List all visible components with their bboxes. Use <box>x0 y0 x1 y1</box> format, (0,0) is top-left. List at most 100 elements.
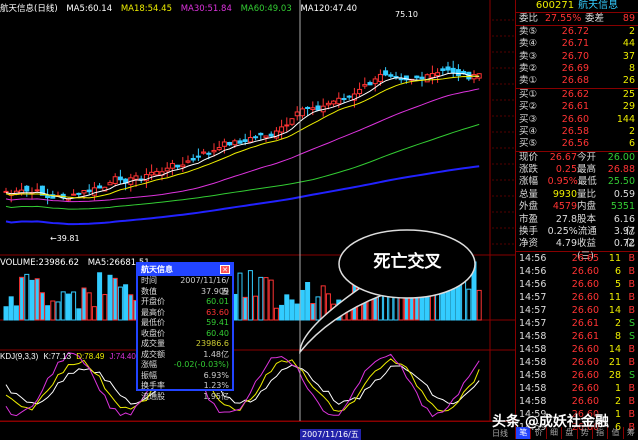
volume-bar <box>299 289 305 321</box>
popup-value: 6.93% <box>203 370 229 380</box>
popup-row: 最低价 59.41 <box>138 318 232 329</box>
order-row[interactable]: 买④ 26.58 2 <box>516 126 638 138</box>
tick-price: 26.60 <box>571 265 599 277</box>
popup-value: 59.41 <box>206 318 229 327</box>
order-row[interactable]: 卖⑤ 26.72 2 <box>516 26 638 38</box>
order-row[interactable]: 卖① 26.68 26 <box>516 75 638 87</box>
candle-body <box>242 139 248 143</box>
quote-cell: 最高 <box>577 164 597 176</box>
tick-row: 14:58 26.60 14 B <box>516 343 638 356</box>
candle-body <box>91 187 97 196</box>
candle-body <box>34 189 40 192</box>
tick-row: 14:58 26.60 21 B <box>516 356 638 369</box>
tick-side: S <box>628 317 635 329</box>
tick-price: 26.60 <box>571 291 599 303</box>
tick-price: 26.60 <box>571 304 599 316</box>
order-price: 26.70 <box>561 50 589 62</box>
candle-body <box>247 137 253 143</box>
order-price: 26.72 <box>561 25 589 37</box>
candle-body <box>450 67 456 73</box>
candle-body <box>383 70 389 76</box>
tick-row: 14:57 26.60 14 B <box>516 304 638 317</box>
popup-value: -0.02(-0.03%) <box>173 360 229 369</box>
close-icon[interactable]: ✕ <box>220 265 230 274</box>
candle-body <box>414 75 420 79</box>
volume-bar <box>60 291 66 321</box>
tick-row: 14:56 26.60 5 B <box>516 278 638 291</box>
volume-bar <box>45 305 51 321</box>
tick-side: B <box>628 356 635 368</box>
quote-cell: 今开 <box>577 151 597 163</box>
popup-row: 开盘价 60.01 <box>138 297 232 308</box>
order-volume: 25 <box>622 88 635 100</box>
tick-time: 14:58 <box>519 369 547 381</box>
candle-body <box>45 194 51 199</box>
ma5-label: MA5:60.14 <box>66 4 113 14</box>
candle-body <box>305 106 311 109</box>
quote-cell: 内盘 <box>577 201 597 213</box>
high-price-label: 75.10 <box>395 10 418 19</box>
quote-cell: 4579 <box>552 201 577 213</box>
volume-bar <box>39 292 45 321</box>
popup-value: 23986.6 <box>195 339 229 348</box>
order-level: 买⑤ <box>519 138 538 150</box>
candle-body <box>149 171 155 176</box>
panel-tab[interactable]: 筹 <box>622 427 638 439</box>
order-volume: 44 <box>622 38 635 50</box>
quote-cell: 26.88 <box>607 164 635 176</box>
volume-bar <box>71 291 77 321</box>
order-level: 卖② <box>519 62 538 74</box>
stock-chart-canvas[interactable] <box>0 0 515 439</box>
candle-body <box>284 124 290 127</box>
volume-bar <box>128 294 134 321</box>
volume-bar <box>29 279 35 321</box>
popup-key: 最高价 <box>141 307 165 317</box>
quote-cell: 6.16亿 <box>613 213 635 238</box>
order-row[interactable]: 买② 26.61 29 <box>516 101 638 113</box>
candle-body <box>325 102 331 106</box>
candle-body <box>294 111 300 117</box>
order-price: 26.58 <box>561 125 589 137</box>
tick-volume: 28 <box>608 369 621 381</box>
watermark: 头条 @成妖社金融 <box>492 414 609 430</box>
order-row[interactable]: 买① 26.62 25 <box>516 89 638 101</box>
data-popup: 航天信息 ✕ 时间 2007/11/16/五 数值 37.909 开盘价 60.01 最高价 6… <box>136 262 234 401</box>
panel-tab[interactable]: 值 <box>607 427 622 439</box>
kdj-label: KDJ(9,3,3) <box>0 352 39 361</box>
quote-cell: 27.8 <box>555 213 577 225</box>
candle-body <box>372 78 378 85</box>
quote-cell: 4.79 <box>555 238 577 250</box>
tick-side: S <box>628 369 635 381</box>
price-chart-header: 航天信息(日线) MA5:60.14 MA18:54.45 MA30:51.84… <box>0 2 363 14</box>
candle-body <box>362 84 368 87</box>
tick-volume: 11 <box>608 291 621 303</box>
popup-row: 涨幅 -0.02(-0.03%) <box>138 360 232 371</box>
popup-title[interactable]: 航天信息 ✕ <box>138 264 232 276</box>
popup-value: 63.60 <box>206 307 229 317</box>
order-level: 卖⑤ <box>519 25 538 37</box>
ma-line-120 <box>5 165 480 226</box>
candle-body <box>221 141 227 147</box>
order-row[interactable]: 卖④ 26.71 44 <box>516 38 638 50</box>
candle-body <box>263 135 269 139</box>
order-row[interactable]: 卖③ 26.70 37 <box>516 51 638 63</box>
candle-body <box>424 74 430 83</box>
order-price: 26.56 <box>561 138 589 150</box>
volume-header: VOLUME:23986.62 MA5:26681.51 <box>0 258 156 268</box>
volume-bar <box>107 274 113 321</box>
volume-bar <box>284 294 290 321</box>
order-row[interactable]: 买③ 26.60 144 <box>516 114 638 126</box>
kdj-k: K:77.13 <box>43 352 72 361</box>
popup-key: 数值 <box>141 286 157 296</box>
order-row[interactable]: 买⑤ 26.56 6 <box>516 138 638 150</box>
quote-row: 总量 9930 量比 0.59 <box>516 189 638 201</box>
order-row[interactable]: 卖② 26.69 8 <box>516 63 638 75</box>
popup-key: 时间 <box>141 276 157 285</box>
volume-bar <box>117 286 123 321</box>
ma30-label: MA30:51.84 <box>180 4 232 14</box>
tick-side: B <box>628 278 635 290</box>
order-level: 卖④ <box>519 38 538 50</box>
candle-body <box>76 192 82 195</box>
tick-price: 26.60 <box>571 369 599 381</box>
tick-side: B <box>628 291 635 303</box>
